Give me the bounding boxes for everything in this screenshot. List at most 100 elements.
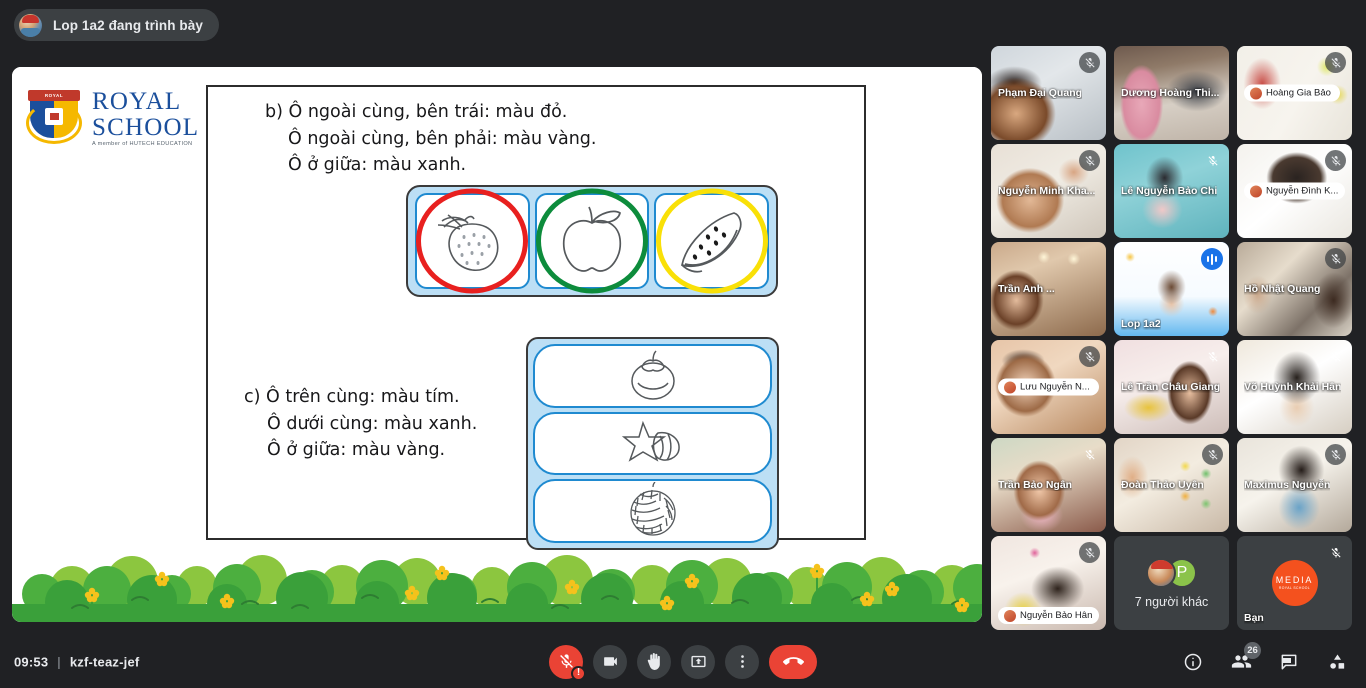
participant-tile[interactable]: Võ Huỳnh Khải Hân bbox=[1237, 340, 1352, 434]
participant-name: Lê Trần Châu Giang bbox=[1121, 381, 1221, 393]
raise-hand-button[interactable] bbox=[637, 644, 671, 679]
presentation-stage[interactable]: ROYAL ROYAL SCHOOL A member of HUTECH ED… bbox=[12, 67, 982, 622]
mangosteen-icon bbox=[622, 347, 684, 405]
participant-tile[interactable]: Dương Hoàng Thi... bbox=[1114, 46, 1229, 140]
grass-decoration bbox=[12, 542, 982, 622]
participant-tile[interactable]: Hoàng Gia Bảo bbox=[1237, 46, 1352, 140]
bottom-bar: 09:53 | kzf-teaz-jef ! 26 bbox=[0, 635, 1366, 688]
participant-name: Đoàn Thảo Uyên bbox=[1121, 479, 1204, 491]
mic-off-icon bbox=[1079, 346, 1100, 367]
mic-off-icon bbox=[1202, 346, 1223, 367]
participant-tile[interactable]: Lưu Nguyễn N... bbox=[991, 340, 1106, 434]
participants-button[interactable]: 26 bbox=[1226, 641, 1261, 677]
presenter-avatar bbox=[19, 13, 42, 37]
starfruit-icon bbox=[621, 415, 684, 473]
strawberry-icon bbox=[428, 203, 516, 279]
mic-off-icon bbox=[1079, 542, 1100, 563]
participant-tile[interactable]: Nguyễn Đình K... bbox=[1237, 144, 1352, 238]
shield-icon: ROYAL bbox=[24, 90, 84, 146]
logo-wordmark: ROYAL SCHOOL A member of HUTECH EDUCATIO… bbox=[92, 89, 199, 148]
mic-off-icon bbox=[1325, 346, 1346, 367]
meeting-details-button[interactable] bbox=[1178, 647, 1208, 677]
microphone-button[interactable]: ! bbox=[549, 644, 586, 681]
mic-off-icon bbox=[1325, 52, 1346, 73]
logo-tagline: A member of HUTECH EDUCATION bbox=[92, 141, 193, 147]
tray-cell-starfruit bbox=[533, 411, 772, 476]
mic-off-icon bbox=[1079, 52, 1100, 73]
question-c-line-1: c) Ô trên cùng: màu tím. bbox=[244, 387, 460, 407]
participant-name: Hoàng Gia Bảo bbox=[1244, 84, 1340, 102]
custard-apple-icon bbox=[622, 482, 684, 540]
more-participants-label: 7 người khác bbox=[1134, 594, 1209, 609]
more-participants-tile[interactable]: P 7 người khác bbox=[1114, 536, 1229, 630]
royal-school-logo: ROYAL ROYAL SCHOOL A member of HUTECH ED… bbox=[24, 89, 199, 148]
participant-name: Nguyễn Minh Kha... bbox=[998, 185, 1096, 197]
participant-name: Lop 1a2 bbox=[1121, 318, 1161, 330]
slide-content: ROYAL ROYAL SCHOOL A member of HUTECH ED… bbox=[12, 67, 982, 622]
presenting-status-chip[interactable]: Lop 1a2 đang trình bày bbox=[14, 9, 219, 41]
participant-tile[interactable]: Phạm Đại Quang bbox=[991, 46, 1106, 140]
logo-line-1: ROYAL bbox=[92, 88, 182, 115]
participant-filmstrip[interactable]: Phạm Đại Quang Dương Hoàng Thi... Hoàng … bbox=[991, 46, 1354, 635]
end-call-button[interactable] bbox=[769, 644, 817, 679]
participant-tile[interactable]: Trần Anh ... bbox=[991, 242, 1106, 336]
mic-warning-badge: ! bbox=[571, 665, 586, 681]
meta-separator: | bbox=[57, 654, 61, 669]
overflow-avatars: P bbox=[1146, 557, 1197, 588]
question-c-line-3: Ô ở giữa: màu vàng. bbox=[267, 440, 446, 461]
speaking-indicator-icon bbox=[1201, 248, 1223, 270]
self-tile[interactable]: MEDIA ROYAL SCHOOL Bạn bbox=[1237, 536, 1352, 630]
horizontal-fruit-tray bbox=[406, 185, 778, 297]
participant-name: Lưu Nguyễn N... bbox=[998, 378, 1099, 396]
mic-off-icon bbox=[1325, 542, 1346, 563]
participant-tile[interactable]: Đoàn Thảo Uyên bbox=[1114, 438, 1229, 532]
participant-name: Trần Anh ... bbox=[998, 283, 1055, 295]
participant-tile[interactable]: Maximus Nguyễn bbox=[1237, 438, 1352, 532]
participant-name: Phạm Đại Quang bbox=[998, 87, 1083, 99]
mic-off-icon bbox=[1325, 444, 1346, 465]
more-options-button[interactable] bbox=[725, 644, 759, 679]
apple-icon bbox=[548, 203, 636, 279]
participant-name: Lê Nguyễn Bảo Chi bbox=[1121, 185, 1218, 197]
participant-tile[interactable]: Nguyễn Bảo Hân bbox=[991, 536, 1106, 630]
present-screen-button[interactable] bbox=[681, 644, 715, 679]
mic-off-icon bbox=[1079, 444, 1100, 465]
worksheet-sheet: b) Ô ngoài cùng, bên trái: màu đỏ. Ô ngo… bbox=[206, 85, 866, 550]
tray-cell-custard-apple bbox=[533, 479, 772, 544]
presenting-status-label: Lop 1a2 đang trình bày bbox=[53, 17, 203, 33]
media-logo-line-1: MEDIA bbox=[1275, 574, 1314, 585]
mic-off-icon bbox=[1325, 248, 1346, 269]
logo-line-2: SCHOOL bbox=[92, 113, 200, 141]
self-name-label: Bạn bbox=[1244, 612, 1264, 624]
participant-tile[interactable]: Trần Bảo Ngân bbox=[991, 438, 1106, 532]
question-b-line-2: Ô ngoài cùng, bên phải: màu vàng. bbox=[288, 128, 597, 149]
top-bar: Lop 1a2 đang trình bày bbox=[0, 0, 1366, 48]
mic-off-icon bbox=[1325, 150, 1346, 171]
tray-cell-watermelon bbox=[654, 188, 770, 294]
shield-emblem bbox=[45, 108, 63, 126]
activities-button[interactable] bbox=[1322, 647, 1352, 677]
question-b-line-1: b) Ô ngoài cùng, bên trái: màu đỏ. bbox=[265, 102, 568, 122]
participant-name: Nguyễn Bảo Hân bbox=[998, 607, 1099, 624]
participant-tile-active-speaker[interactable]: Lop 1a2 bbox=[1114, 242, 1229, 336]
participant-tile[interactable]: Lê Trần Châu Giang bbox=[1114, 340, 1229, 434]
media-avatar: MEDIA ROYAL SCHOOL bbox=[1271, 560, 1318, 606]
camera-button[interactable] bbox=[593, 644, 627, 679]
participant-tile[interactable]: Hồ Nhật Quang bbox=[1237, 242, 1352, 336]
participant-name: Maximus Nguyễn bbox=[1244, 479, 1331, 491]
mic-off-icon bbox=[1202, 444, 1223, 465]
mic-off-icon bbox=[1202, 150, 1223, 171]
participant-tile[interactable]: Lê Nguyễn Bảo Chi bbox=[1114, 144, 1229, 238]
question-b-text: b) Ô ngoài cùng, bên trái: màu đỏ. Ô ngo… bbox=[265, 99, 596, 179]
tray-cell-strawberry bbox=[415, 188, 530, 294]
chat-button[interactable] bbox=[1274, 647, 1304, 677]
participant-tile[interactable]: Nguyễn Minh Kha... bbox=[991, 144, 1106, 238]
participant-name: Võ Huỳnh Khải Hân bbox=[1244, 381, 1342, 393]
right-action-icons: 26 bbox=[1178, 641, 1352, 677]
call-controls: ! bbox=[549, 644, 817, 681]
vertical-fruit-tray bbox=[526, 337, 779, 550]
participant-name: Dương Hoàng Thi... bbox=[1121, 87, 1220, 99]
watermelon-icon bbox=[668, 203, 756, 279]
meeting-meta: 09:53 | kzf-teaz-jef bbox=[14, 654, 139, 669]
question-c-text: c) Ô trên cùng: màu tím. Ô dưới cùng: mà… bbox=[244, 384, 477, 464]
